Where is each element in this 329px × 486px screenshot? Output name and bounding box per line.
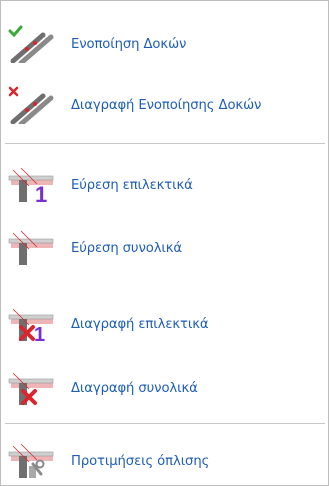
menu-item-label: Εύρεση επιλεκτικά [71, 177, 193, 193]
menu-item-label: Εύρεση συνολικά [71, 240, 183, 256]
context-menu: Ενοποίηση Δοκών Διαγραφή Ενοποίησης Δοκώ… [0, 0, 329, 486]
find-total-icon [7, 229, 69, 267]
menu-item-label: Διαγραφή συνολικά [71, 380, 198, 396]
menu-item-delete-total[interactable]: Διαγραφή συνολικά [1, 369, 328, 407]
delete-beam-join-icon [7, 86, 69, 124]
menu-item-reinforcement-preferences[interactable]: Προτιμήσεις όπλισης [1, 442, 328, 480]
menu-item-find-total[interactable]: Εύρεση συνολικά [1, 229, 328, 267]
menu-item-label: Διαγραφή Ενοποίησης Δοκών [71, 97, 262, 113]
menu-item-label: Διαγραφή επιλεκτικά [71, 316, 209, 332]
reinforcement-preferences-icon [7, 442, 69, 480]
menu-item-delete-beam-join[interactable]: Διαγραφή Ενοποίησης Δοκών [1, 86, 328, 124]
delete-selective-icon: 1 [7, 305, 69, 343]
menu-separator [5, 143, 325, 144]
menu-item-delete-selective[interactable]: 1 Διαγραφή επιλεκτικά [1, 305, 328, 343]
menu-item-find-selective[interactable]: 1 Εύρεση επιλεκτικά [1, 166, 328, 204]
svg-text:1: 1 [35, 182, 47, 204]
svg-text:1: 1 [34, 324, 45, 343]
menu-separator [5, 423, 325, 424]
menu-item-join-beams[interactable]: Ενοποίηση Δοκών [1, 25, 328, 63]
find-selective-icon: 1 [7, 166, 69, 204]
join-beams-icon [7, 25, 69, 63]
delete-total-icon [7, 369, 69, 407]
menu-item-label: Ενοποίηση Δοκών [71, 36, 187, 52]
menu-item-label: Προτιμήσεις όπλισης [71, 453, 210, 469]
